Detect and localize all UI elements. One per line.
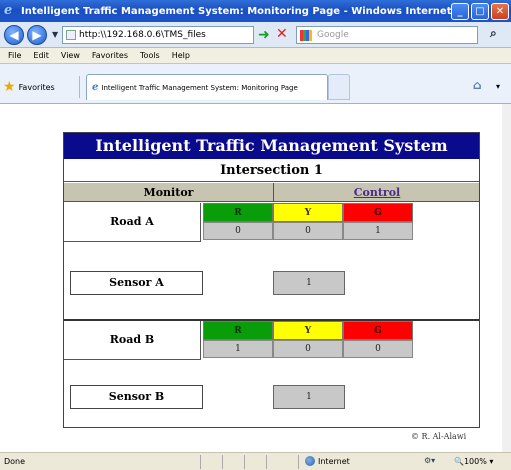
control-link[interactable]: Control — [275, 183, 479, 202]
intersection-title: Intersection 1 — [64, 159, 479, 182]
road-b-red-header: R — [203, 321, 273, 340]
favorites-button[interactable]: ★ Favorites — [3, 79, 55, 95]
status-divider — [200, 455, 201, 469]
zoom-level: 100% — [463, 457, 487, 466]
page-icon — [66, 30, 76, 40]
road-a-red-header: R — [203, 203, 273, 222]
tab-toolbar: ★ Favorites e Intelligent Traffic Manage… — [0, 64, 511, 104]
menu-help[interactable]: Help — [172, 51, 190, 60]
tms-panel: Intelligent Traffic Management System In… — [63, 132, 480, 428]
road-a-label: Road A — [64, 203, 201, 241]
menu-bar: File Edit View Favorites Tools Help — [0, 48, 511, 64]
status-text: Done — [4, 457, 26, 466]
zoom-icon: 🔍 — [454, 457, 464, 466]
road-a-yellow-value: 0 — [273, 222, 343, 240]
road-b-green-value: 0 — [343, 340, 413, 358]
road-a-yellow-header: Y — [273, 203, 343, 222]
status-divider — [266, 455, 267, 469]
menu-view[interactable]: View — [61, 51, 80, 60]
road-b-yellow-header: Y — [273, 321, 343, 340]
monitor-control-bar: Monitor Control — [64, 183, 479, 202]
road-a-green-value: 1 — [343, 222, 413, 240]
monitor-label: Monitor — [64, 183, 274, 202]
sensor-b-value: 1 — [273, 385, 345, 409]
search-icon[interactable]: ⌕ — [490, 26, 497, 41]
protected-mode-icon[interactable]: ⚙▾ — [424, 456, 435, 465]
status-divider — [298, 455, 299, 469]
status-divider — [222, 455, 223, 469]
search-input[interactable]: Google — [296, 26, 478, 44]
road-a-section: Road A R Y G 0 0 1 Sensor A 1 — [64, 203, 479, 321]
recent-pages-dropdown-icon[interactable]: ▼ — [52, 30, 58, 39]
forward-button[interactable]: ▶ — [27, 25, 47, 45]
vertical-scrollbar[interactable] — [502, 104, 511, 452]
ie-logo-icon: e — [4, 3, 13, 18]
favorites-star-icon: ★ — [3, 79, 16, 95]
road-b-section: Road B R Y G 1 0 0 Sensor B 1 — [64, 321, 479, 437]
tab-label: Intelligent Traffic Management System: M… — [101, 83, 298, 92]
road-a-green-header: G — [343, 203, 413, 222]
window-title-bar: e Intelligent Traffic Management System:… — [0, 0, 511, 22]
address-input[interactable]: http:\\192.168.0.6\TMS_files ▼ — [62, 26, 307, 44]
divider — [64, 359, 201, 360]
sensor-a-label: Sensor A — [70, 271, 203, 295]
back-button[interactable]: ◀ — [4, 25, 24, 45]
zone-label: Internet — [318, 456, 350, 466]
menu-file[interactable]: File — [8, 51, 21, 60]
zoom-control[interactable]: 🔍100% ▾ — [454, 457, 493, 466]
globe-icon — [305, 456, 315, 466]
road-b-label: Road B — [64, 321, 201, 359]
minimize-button[interactable]: _ — [451, 2, 469, 20]
menu-favorites[interactable]: Favorites — [92, 51, 128, 60]
sensor-b-label: Sensor B — [70, 385, 203, 409]
sensor-a-value: 1 — [273, 271, 345, 295]
page-title: Intelligent Traffic Management System — [64, 133, 479, 159]
copyright-text: © R. Al-Alawi — [411, 432, 467, 441]
window-title: Intelligent Traffic Management System: M… — [21, 5, 451, 17]
toolbar-separator — [79, 76, 80, 98]
road-a-red-value: 0 — [203, 222, 273, 240]
close-button[interactable]: ✕ — [491, 2, 509, 20]
tab-monitoring-page[interactable]: e Intelligent Traffic Management System:… — [86, 74, 328, 100]
google-logo-icon — [300, 30, 312, 41]
status-bar: Done Internet ⚙▾ 🔍100% ▾ — [0, 452, 511, 470]
search-placeholder: Google — [317, 30, 349, 40]
ie-page-icon: e — [92, 82, 99, 93]
new-tab-button[interactable] — [328, 74, 350, 100]
stop-icon[interactable]: ✕ — [276, 26, 288, 42]
maximize-button[interactable]: □ — [471, 2, 489, 20]
menu-edit[interactable]: Edit — [33, 51, 49, 60]
home-icon[interactable]: ⌂ — [473, 78, 489, 92]
address-url: http:\\192.168.0.6\TMS_files — [79, 30, 206, 40]
status-divider — [244, 455, 245, 469]
go-arrow-icon[interactable]: ➜ — [258, 27, 270, 43]
divider — [64, 241, 201, 242]
address-toolbar: ◀ ▶ ▼ http:\\192.168.0.6\TMS_files ▼ ➜ ✕… — [0, 22, 511, 48]
road-b-yellow-value: 0 — [273, 340, 343, 358]
home-dropdown-icon[interactable]: ▾ — [496, 82, 500, 91]
road-b-green-header: G — [343, 321, 413, 340]
menu-tools[interactable]: Tools — [140, 51, 160, 60]
favorites-label: Favorites — [18, 82, 55, 92]
road-b-red-value: 1 — [203, 340, 273, 358]
security-zone: Internet — [305, 456, 350, 466]
